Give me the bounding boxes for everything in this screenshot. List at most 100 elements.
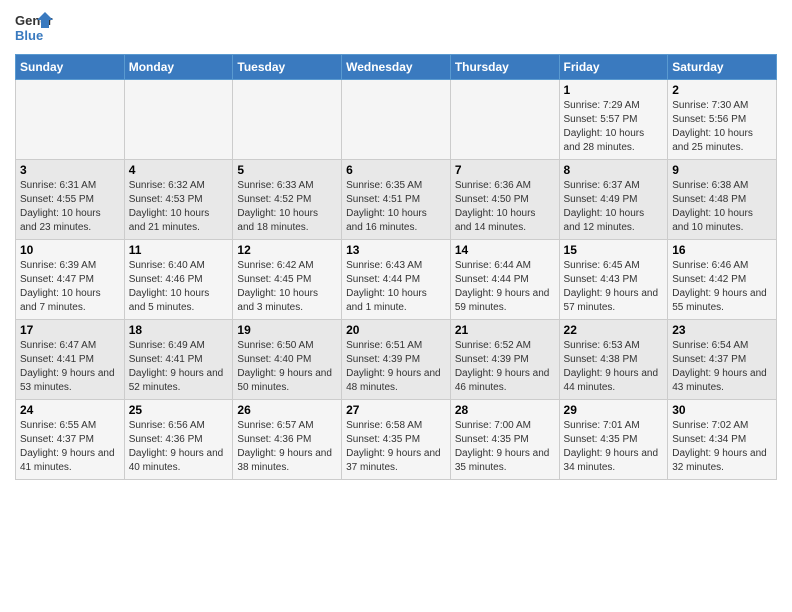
day-info: Sunrise: 6:55 AM Sunset: 4:37 PM Dayligh…	[20, 419, 120, 475]
day-number: 24	[20, 403, 120, 417]
day-number: 11	[129, 243, 229, 257]
day-info: Sunrise: 6:44 AM Sunset: 4:44 PM Dayligh…	[455, 259, 555, 315]
calendar-header-row: Sunday Monday Tuesday Wednesday Thursday…	[16, 55, 777, 80]
calendar-cell	[233, 80, 342, 160]
col-friday: Friday	[559, 55, 668, 80]
day-info: Sunrise: 7:29 AM Sunset: 5:57 PM Dayligh…	[564, 99, 664, 155]
day-number: 14	[455, 243, 555, 257]
calendar-cell: 30 Sunrise: 7:02 AM Sunset: 4:34 PM Dayli…	[668, 400, 777, 480]
calendar-cell: 10 Sunrise: 6:39 AM Sunset: 4:47 PM Dayli…	[16, 240, 125, 320]
day-info: Sunrise: 6:46 AM Sunset: 4:42 PM Dayligh…	[672, 259, 772, 315]
day-number: 12	[237, 243, 337, 257]
calendar-cell: 18Sunrise: 6:49 AM Sunset: 4:41 PM Dayli…	[124, 320, 233, 400]
day-info: Sunrise: 6:51 AM Sunset: 4:39 PM Dayligh…	[346, 339, 446, 395]
day-info: Sunrise: 6:39 AM Sunset: 4:47 PM Dayligh…	[20, 259, 120, 315]
calendar-cell	[124, 80, 233, 160]
day-number: 21	[455, 323, 555, 337]
day-info: Sunrise: 7:01 AM Sunset: 4:35 PM Dayligh…	[564, 419, 664, 475]
calendar-cell: 8 Sunrise: 6:37 AM Sunset: 4:49 PM Daylig…	[559, 160, 668, 240]
day-number: 17	[20, 323, 120, 337]
day-info: Sunrise: 6:42 AM Sunset: 4:45 PM Dayligh…	[237, 259, 337, 315]
calendar-cell: 5Sunrise: 6:33 AM Sunset: 4:52 PM Daylig…	[233, 160, 342, 240]
calendar-cell: 28 Sunrise: 7:00 AM Sunset: 4:35 PM Dayli…	[450, 400, 559, 480]
calendar-cell: 19Sunrise: 6:50 AM Sunset: 4:40 PM Dayli…	[233, 320, 342, 400]
col-monday: Monday	[124, 55, 233, 80]
calendar-cell: 9Sunrise: 6:38 AM Sunset: 4:48 PM Daylig…	[668, 160, 777, 240]
day-info: Sunrise: 6:31 AM Sunset: 4:55 PM Dayligh…	[20, 179, 120, 235]
calendar-cell: 4 Sunrise: 6:32 AM Sunset: 4:53 PM Daylig…	[124, 160, 233, 240]
calendar-cell: 3 Sunrise: 6:31 AM Sunset: 4:55 PM Daylig…	[16, 160, 125, 240]
col-thursday: Thursday	[450, 55, 559, 80]
col-tuesday: Tuesday	[233, 55, 342, 80]
day-number: 27	[346, 403, 446, 417]
calendar-cell: 21 Sunrise: 6:52 AM Sunset: 4:39 PM Dayli…	[450, 320, 559, 400]
calendar-cell: 26 Sunrise: 6:57 AM Sunset: 4:36 PM Dayli…	[233, 400, 342, 480]
logo: General Blue	[15, 10, 53, 48]
day-number: 6	[346, 163, 446, 177]
day-info: Sunrise: 6:52 AM Sunset: 4:39 PM Dayligh…	[455, 339, 555, 395]
day-number: 15	[564, 243, 664, 257]
day-info: Sunrise: 6:38 AM Sunset: 4:48 PM Dayligh…	[672, 179, 772, 235]
calendar-cell: 22Sunrise: 6:53 AM Sunset: 4:38 PM Dayli…	[559, 320, 668, 400]
day-number: 7	[455, 163, 555, 177]
calendar-week-row: 24 Sunrise: 6:55 AM Sunset: 4:37 PM Dayli…	[16, 400, 777, 480]
calendar-week-row: 1 Sunrise: 7:29 AM Sunset: 5:57 PM Daylig…	[16, 80, 777, 160]
day-info: Sunrise: 6:49 AM Sunset: 4:41 PM Dayligh…	[129, 339, 229, 395]
day-info: Sunrise: 6:47 AM Sunset: 4:41 PM Dayligh…	[20, 339, 120, 395]
col-wednesday: Wednesday	[342, 55, 451, 80]
day-number: 28	[455, 403, 555, 417]
calendar-body: 1 Sunrise: 7:29 AM Sunset: 5:57 PM Daylig…	[16, 80, 777, 480]
day-info: Sunrise: 7:00 AM Sunset: 4:35 PM Dayligh…	[455, 419, 555, 475]
calendar-table: Sunday Monday Tuesday Wednesday Thursday…	[15, 54, 777, 480]
calendar-week-row: 3 Sunrise: 6:31 AM Sunset: 4:55 PM Daylig…	[16, 160, 777, 240]
calendar-cell: 15Sunrise: 6:45 AM Sunset: 4:43 PM Dayli…	[559, 240, 668, 320]
day-info: Sunrise: 6:57 AM Sunset: 4:36 PM Dayligh…	[237, 419, 337, 475]
svg-text:Blue: Blue	[15, 28, 43, 43]
day-number: 30	[672, 403, 772, 417]
calendar-cell: 24 Sunrise: 6:55 AM Sunset: 4:37 PM Dayli…	[16, 400, 125, 480]
calendar-cell: 1 Sunrise: 7:29 AM Sunset: 5:57 PM Daylig…	[559, 80, 668, 160]
calendar-cell: 29Sunrise: 7:01 AM Sunset: 4:35 PM Dayli…	[559, 400, 668, 480]
day-info: Sunrise: 6:54 AM Sunset: 4:37 PM Dayligh…	[672, 339, 772, 395]
day-info: Sunrise: 6:33 AM Sunset: 4:52 PM Dayligh…	[237, 179, 337, 235]
day-info: Sunrise: 6:36 AM Sunset: 4:50 PM Dayligh…	[455, 179, 555, 235]
col-sunday: Sunday	[16, 55, 125, 80]
day-info: Sunrise: 6:32 AM Sunset: 4:53 PM Dayligh…	[129, 179, 229, 235]
day-number: 16	[672, 243, 772, 257]
day-info: Sunrise: 7:02 AM Sunset: 4:34 PM Dayligh…	[672, 419, 772, 475]
calendar-week-row: 10 Sunrise: 6:39 AM Sunset: 4:47 PM Dayli…	[16, 240, 777, 320]
calendar-cell: 23 Sunrise: 6:54 AM Sunset: 4:37 PM Dayli…	[668, 320, 777, 400]
day-number: 2	[672, 83, 772, 97]
calendar-cell: 17 Sunrise: 6:47 AM Sunset: 4:41 PM Dayli…	[16, 320, 125, 400]
calendar-week-row: 17 Sunrise: 6:47 AM Sunset: 4:41 PM Dayli…	[16, 320, 777, 400]
day-number: 1	[564, 83, 664, 97]
day-number: 13	[346, 243, 446, 257]
day-info: Sunrise: 6:37 AM Sunset: 4:49 PM Dayligh…	[564, 179, 664, 235]
day-number: 26	[237, 403, 337, 417]
calendar-cell: 14 Sunrise: 6:44 AM Sunset: 4:44 PM Dayli…	[450, 240, 559, 320]
day-info: Sunrise: 6:58 AM Sunset: 4:35 PM Dayligh…	[346, 419, 446, 475]
day-number: 4	[129, 163, 229, 177]
day-number: 8	[564, 163, 664, 177]
day-number: 20	[346, 323, 446, 337]
day-number: 19	[237, 323, 337, 337]
calendar-cell: 25 Sunrise: 6:56 AM Sunset: 4:36 PM Dayli…	[124, 400, 233, 480]
col-saturday: Saturday	[668, 55, 777, 80]
calendar-cell: 2Sunrise: 7:30 AM Sunset: 5:56 PM Daylig…	[668, 80, 777, 160]
day-number: 23	[672, 323, 772, 337]
day-info: Sunrise: 6:43 AM Sunset: 4:44 PM Dayligh…	[346, 259, 446, 315]
day-info: Sunrise: 6:56 AM Sunset: 4:36 PM Dayligh…	[129, 419, 229, 475]
calendar-cell	[342, 80, 451, 160]
calendar-cell: 7 Sunrise: 6:36 AM Sunset: 4:50 PM Daylig…	[450, 160, 559, 240]
day-number: 10	[20, 243, 120, 257]
day-info: Sunrise: 6:40 AM Sunset: 4:46 PM Dayligh…	[129, 259, 229, 315]
calendar-cell: 20 Sunrise: 6:51 AM Sunset: 4:39 PM Dayli…	[342, 320, 451, 400]
day-info: Sunrise: 6:35 AM Sunset: 4:51 PM Dayligh…	[346, 179, 446, 235]
day-number: 25	[129, 403, 229, 417]
calendar-cell: 12 Sunrise: 6:42 AM Sunset: 4:45 PM Dayli…	[233, 240, 342, 320]
calendar-cell: 11 Sunrise: 6:40 AM Sunset: 4:46 PM Dayli…	[124, 240, 233, 320]
calendar-cell: 13 Sunrise: 6:43 AM Sunset: 4:44 PM Dayli…	[342, 240, 451, 320]
calendar-cell: 27 Sunrise: 6:58 AM Sunset: 4:35 PM Dayli…	[342, 400, 451, 480]
day-info: Sunrise: 6:53 AM Sunset: 4:38 PM Dayligh…	[564, 339, 664, 395]
day-number: 3	[20, 163, 120, 177]
